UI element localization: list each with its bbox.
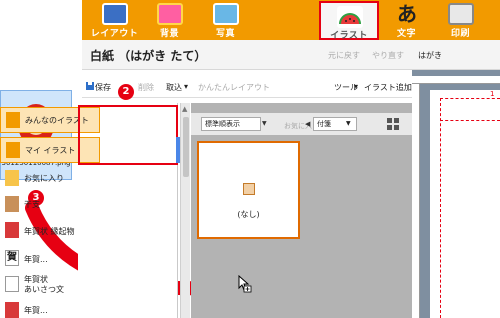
placeholder-image-icon bbox=[243, 183, 255, 195]
undo-button[interactable]: 元に戻す bbox=[328, 50, 360, 61]
tab-text-label: 文字 bbox=[396, 29, 416, 39]
document-title-bar: 白紙 （はがき たて） 元に戻す やり直す bbox=[82, 40, 412, 70]
tab-illustration[interactable]: イラスト bbox=[319, 1, 379, 41]
folder-icon bbox=[6, 142, 20, 158]
background-icon bbox=[157, 3, 183, 25]
category-label: 年賀... bbox=[24, 255, 48, 264]
scroll-up-icon[interactable]: ▲ bbox=[182, 105, 187, 113]
category-thumbnail-icon bbox=[5, 196, 19, 212]
category-label: 年賀... bbox=[24, 306, 48, 315]
step-2-badge: 2 bbox=[118, 84, 134, 100]
tab-photo[interactable]: 写真 bbox=[199, 0, 252, 40]
category-label: お気に入り bbox=[24, 174, 64, 183]
delete-button[interactable]: 削除 bbox=[138, 82, 154, 93]
category-label: マイ イラスト bbox=[25, 146, 76, 155]
tab-layout[interactable]: レイアウト bbox=[88, 0, 141, 40]
add-illustration-button[interactable]: イラスト追加 bbox=[364, 82, 412, 93]
tools-dropdown-icon[interactable]: ▾ bbox=[354, 82, 358, 91]
drag-cursor-icon bbox=[238, 275, 252, 293]
horizontal-ruler bbox=[412, 76, 500, 84]
top-toolbar: レイアウト 背景 写真 イラスト あ 文字 印刷 bbox=[82, 0, 500, 41]
content-toolbar: 標準順表示 ▼ お気に入り ◀ 付箋 ▼ bbox=[191, 113, 412, 135]
tab-print-label: 印刷 bbox=[450, 29, 470, 39]
canvas-page-number: 1 bbox=[490, 90, 495, 98]
tab-print[interactable]: 印刷 bbox=[434, 0, 487, 40]
category-nenga-3[interactable]: 年賀... bbox=[0, 302, 100, 318]
fusen-dropdown-icon: ▼ bbox=[346, 120, 351, 127]
category-thumbnail-icon bbox=[5, 276, 19, 292]
category-nenga-aisatsu[interactable]: 年賀状 あいさつ文 bbox=[0, 274, 100, 298]
category-nenga-2[interactable]: 賀 年賀... bbox=[0, 250, 100, 272]
category-thumbnail-icon bbox=[5, 302, 19, 318]
category-label: 干支 bbox=[24, 200, 40, 209]
item-label: (なし) bbox=[237, 210, 260, 219]
import-button[interactable]: 取込 bbox=[166, 82, 182, 93]
canvas-header: はがき bbox=[412, 40, 500, 70]
postal-code-guide bbox=[440, 120, 500, 121]
scrollbar-thumb[interactable] bbox=[183, 117, 189, 177]
photo-icon bbox=[213, 3, 239, 25]
postcard-canvas-panel: はがき 1 bbox=[412, 40, 500, 318]
illustration-icon bbox=[337, 6, 363, 28]
category-scrollbar[interactable]: ▲ bbox=[180, 103, 190, 318]
printer-icon bbox=[448, 3, 474, 25]
canvas-title: はがき bbox=[418, 51, 442, 60]
illustration-item-card[interactable]: (なし) bbox=[197, 141, 300, 239]
tab-background[interactable]: 背景 bbox=[143, 0, 196, 40]
category-thumbnail-icon bbox=[5, 222, 19, 238]
tab-background-label: 背景 bbox=[159, 29, 179, 39]
fusen-label: 付箋 bbox=[317, 120, 331, 128]
category-thumbnail-icon: 賀 bbox=[5, 250, 19, 266]
sort-select[interactable]: 標準順表示 bbox=[201, 117, 261, 131]
tab-photo-label: 写真 bbox=[215, 29, 235, 39]
easy-layout-button[interactable]: かんたんレイアウト bbox=[198, 82, 270, 93]
import-dropdown-icon[interactable]: ▾ bbox=[184, 82, 188, 91]
tab-layout-label: レイアウト bbox=[90, 29, 139, 39]
folder-icon bbox=[5, 170, 19, 186]
sort-dropdown-icon[interactable]: ▼ bbox=[262, 117, 270, 131]
tab-text[interactable]: あ 文字 bbox=[380, 0, 433, 40]
folder-icon bbox=[6, 112, 20, 128]
fusen-select[interactable]: 付箋 ▼ bbox=[313, 117, 357, 131]
category-favorites[interactable]: お気に入り bbox=[0, 170, 100, 190]
print-area-guide bbox=[440, 98, 500, 318]
category-eto[interactable]: 干支 bbox=[0, 196, 100, 216]
grid-view-icon[interactable] bbox=[387, 118, 399, 130]
dragged-file-icon[interactable]: 301250110087.png bbox=[0, 90, 72, 180]
app-window: 301250110087.png 3 レイアウト 背景 写真 イラスト あ 文字 bbox=[0, 0, 500, 318]
vertical-ruler bbox=[412, 84, 420, 318]
layout-icon bbox=[102, 3, 128, 25]
save-button[interactable]: 保存 bbox=[95, 82, 111, 93]
redo-button[interactable]: やり直す bbox=[372, 50, 404, 61]
document-title: 白紙 （はがき たて） bbox=[90, 49, 207, 63]
postcard-canvas[interactable]: 1 bbox=[430, 90, 500, 318]
fusen-prev-icon[interactable]: ◀ bbox=[305, 120, 310, 128]
category-selection-highlight bbox=[78, 105, 178, 165]
category-label: 年賀状 あいさつ文 bbox=[24, 275, 64, 294]
save-icon bbox=[86, 82, 94, 92]
category-nenga-engimono[interactable]: 年賀状 縁起物 bbox=[0, 222, 100, 244]
text-icon: あ bbox=[397, 2, 417, 26]
category-label: 年賀状 縁起物 bbox=[24, 227, 75, 236]
